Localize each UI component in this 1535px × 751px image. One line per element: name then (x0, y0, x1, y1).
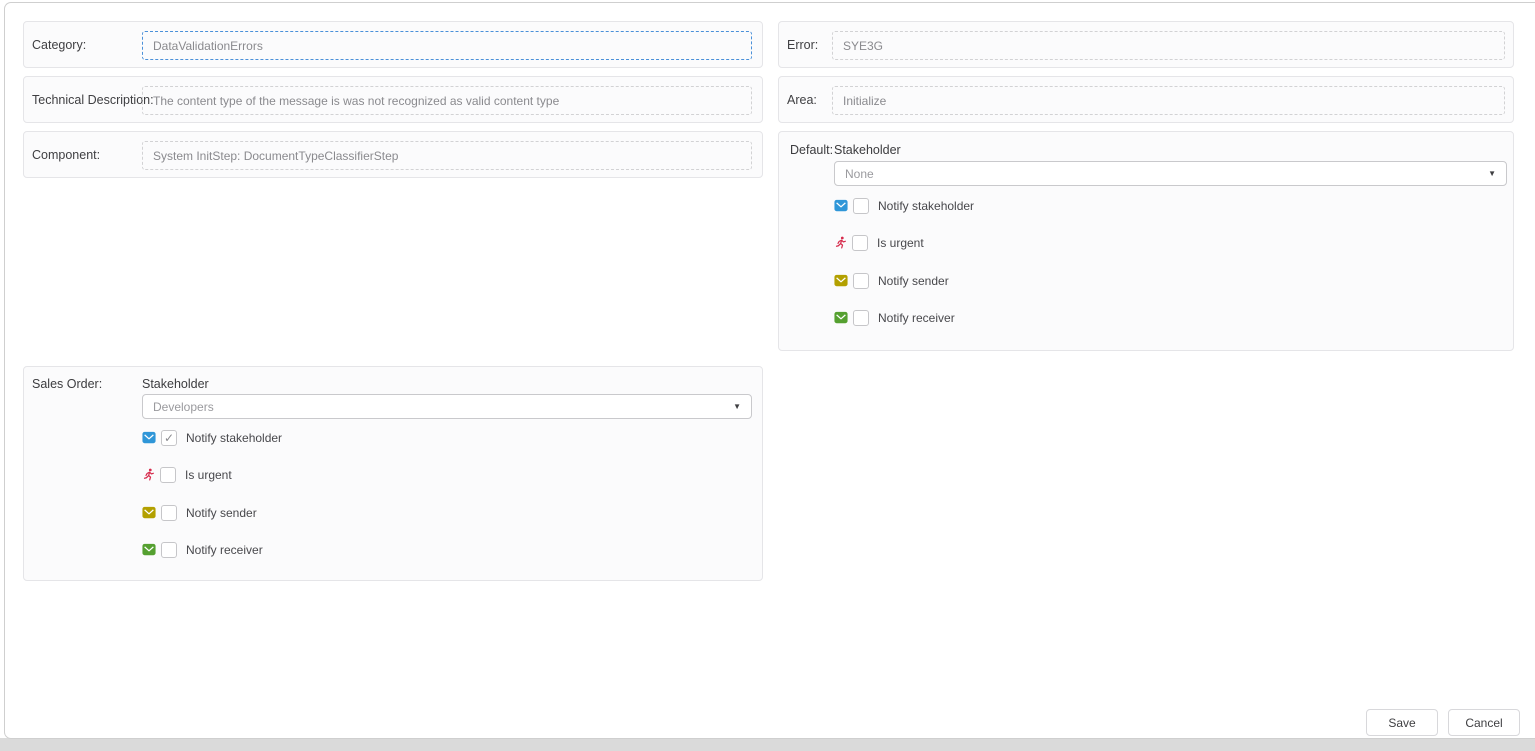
chevron-down-icon: ▼ (1488, 170, 1496, 178)
mail-green-icon (142, 543, 156, 556)
cancel-button[interactable]: Cancel (1448, 709, 1520, 736)
mail-blue-icon (142, 431, 156, 444)
sales-order-is-urgent-checkbox[interactable]: ✓ (160, 467, 176, 483)
error-label: Error: (787, 22, 818, 67)
runner-icon (834, 235, 847, 250)
default-notify-sender-checkbox[interactable]: ✓ (853, 273, 869, 289)
default-is-urgent-checkbox[interactable]: ✓ (852, 235, 868, 251)
default-notify-stakeholder-row: ✓ Notify stakeholder (834, 197, 974, 214)
sales-order-is-urgent-label: Is urgent (181, 468, 232, 482)
sales-order-notify-sender-label: Notify sender (182, 506, 257, 520)
sales-order-notify-receiver-checkbox[interactable]: ✓ (161, 542, 177, 558)
technical-description-input[interactable]: The content type of the message is was n… (142, 86, 752, 115)
window-bottom-strip (0, 738, 1535, 751)
category-input[interactable]: DataValidationErrors (142, 31, 752, 60)
screen: Category: DataValidationErrors Technical… (0, 0, 1535, 751)
default-notify-sender-row: ✓ Notify sender (834, 272, 949, 289)
technical-description-label: Technical Description: (32, 77, 154, 122)
component-input[interactable]: System InitStep: DocumentTypeClassifierS… (142, 141, 752, 170)
error-input[interactable]: SYE3G (832, 31, 1505, 60)
component-label: Component: (32, 132, 100, 177)
default-stakeholder-section: Default: Stakeholder None ▼ ✓ Notify sta… (778, 131, 1514, 351)
default-label: Default: (790, 143, 833, 157)
default-notify-receiver-row: ✓ Notify receiver (834, 309, 955, 326)
mail-green-icon (834, 311, 848, 324)
default-stakeholder-dropdown[interactable]: None ▼ (834, 161, 1507, 186)
mail-yellow-icon (834, 274, 848, 287)
checkmark-icon: ✓ (164, 432, 174, 444)
sales-order-notify-stakeholder-row: ✓ Notify stakeholder (142, 429, 282, 446)
default-notify-sender-label: Notify sender (874, 274, 949, 288)
default-notify-stakeholder-label: Notify stakeholder (874, 199, 974, 213)
technical-description-field-row: Technical Description: The content type … (23, 76, 763, 123)
component-field-row: Component: System InitStep: DocumentType… (23, 131, 763, 178)
default-notify-stakeholder-checkbox[interactable]: ✓ (853, 198, 869, 214)
save-button[interactable]: Save (1366, 709, 1438, 736)
sales-order-notify-receiver-label: Notify receiver (182, 543, 263, 557)
sales-order-stakeholder-dropdown-value: Developers (153, 400, 733, 414)
mail-blue-icon (834, 199, 848, 212)
main-panel: Category: DataValidationErrors Technical… (4, 2, 1535, 739)
category-field-row: Category: DataValidationErrors (23, 21, 763, 68)
error-field-row: Error: SYE3G (778, 21, 1514, 68)
runner-icon (142, 467, 155, 482)
sales-order-notify-receiver-row: ✓ Notify receiver (142, 541, 263, 558)
sales-order-is-urgent-row: ✓ Is urgent (142, 466, 232, 483)
default-stakeholder-dropdown-value: None (845, 167, 1488, 181)
category-label: Category: (32, 22, 86, 67)
default-stakeholder-title: Stakeholder (834, 143, 901, 157)
default-notify-receiver-label: Notify receiver (874, 311, 955, 325)
sales-order-section: Sales Order: Stakeholder Developers ▼ ✓ … (23, 366, 763, 581)
default-is-urgent-label: Is urgent (873, 236, 924, 250)
sales-order-notify-sender-checkbox[interactable]: ✓ (161, 505, 177, 521)
sales-order-stakeholder-dropdown[interactable]: Developers ▼ (142, 394, 752, 419)
sales-order-notify-stakeholder-checkbox[interactable]: ✓ (161, 430, 177, 446)
sales-order-notify-stakeholder-label: Notify stakeholder (182, 431, 282, 445)
default-is-urgent-row: ✓ Is urgent (834, 234, 924, 251)
area-field-row: Area: Initialize (778, 76, 1514, 123)
mail-yellow-icon (142, 506, 156, 519)
sales-order-notify-sender-row: ✓ Notify sender (142, 504, 257, 521)
chevron-down-icon: ▼ (733, 403, 741, 411)
area-input[interactable]: Initialize (832, 86, 1505, 115)
sales-order-stakeholder-title: Stakeholder (142, 377, 209, 391)
area-label: Area: (787, 77, 817, 122)
default-notify-receiver-checkbox[interactable]: ✓ (853, 310, 869, 326)
sales-order-label: Sales Order: (32, 377, 102, 391)
